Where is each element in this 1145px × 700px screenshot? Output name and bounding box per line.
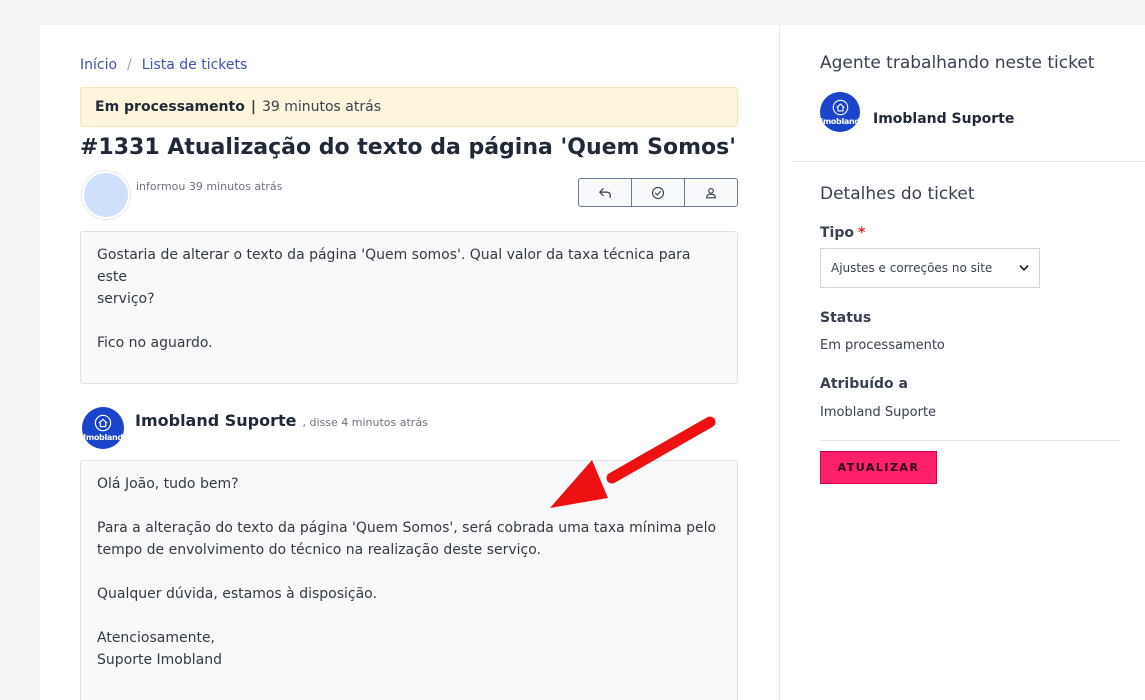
type-label: Tipo * — [820, 225, 865, 241]
status-value: Em processamento — [820, 338, 945, 353]
reply-line: Para a alteração do texto da página 'Que… — [97, 520, 717, 536]
status-banner: Em processamento | 39 minutos atrás — [80, 87, 738, 127]
ticket-action-group — [578, 178, 738, 207]
first-post-meta: informou 39 minutos atrás — [136, 180, 283, 193]
reply-author-avatar: Imobland — [82, 407, 124, 449]
reply-line: Atenciosamente, — [97, 630, 216, 646]
post-line: Fico no aguardo. — [97, 335, 213, 351]
divider — [792, 161, 1145, 162]
details-heading: Detalhes do ticket — [820, 184, 975, 204]
breadcrumb-home-link[interactable]: Início — [80, 57, 117, 73]
update-button[interactable]: ATUALIZAR — [820, 451, 937, 484]
agent-name: Imobland Suporte — [873, 111, 1015, 127]
reply-icon — [599, 187, 611, 198]
first-post-body: Gostaria de alterar o texto da página 'Q… — [80, 231, 738, 384]
ticket-sidebar: Agente trabalhando neste ticket Imobland… — [779, 25, 1145, 700]
type-label-text: Tipo — [820, 225, 854, 241]
chevron-down-icon — [1019, 265, 1029, 271]
reply-meta: , disse 4 minutos atrás — [302, 416, 428, 429]
home-icon — [94, 414, 112, 432]
reply-line: Qualquer dúvida, estamos à disposição. — [97, 586, 377, 602]
logo-text: Imobland — [83, 433, 123, 442]
assign-button[interactable] — [685, 179, 737, 206]
type-select[interactable]: Ajustes e correções no site — [820, 248, 1040, 288]
user-icon — [706, 187, 716, 198]
agent-heading: Agente trabalhando neste ticket — [820, 53, 1095, 73]
type-select-value: Ajustes e correções no site — [831, 261, 993, 275]
assigned-value: Imobland Suporte — [820, 405, 937, 420]
reply-line: Suporte Imobland — [97, 652, 222, 668]
resolve-button[interactable] — [632, 179, 685, 206]
status-time: 39 minutos atrás — [261, 99, 382, 115]
reply-line: tempo de envolvimento do técnico na real… — [97, 542, 541, 558]
status-label: Status — [820, 310, 872, 326]
assigned-label: Atribuído a — [820, 376, 908, 392]
breadcrumb-tickets-link[interactable]: Lista de tickets — [142, 57, 248, 73]
ticket-title: #1331 Atualização do texto da página 'Qu… — [80, 135, 736, 160]
breadcrumb: Início / Lista de tickets — [80, 57, 247, 73]
post-line: Gostaria de alterar o texto da página 'Q… — [97, 247, 691, 285]
logo-text: Imobland — [820, 116, 860, 126]
post-line: serviço? — [97, 291, 155, 307]
required-asterisk: * — [858, 225, 866, 241]
ticket-main-panel: Início / Lista de tickets Em processamen… — [40, 25, 779, 700]
requester-avatar — [82, 171, 130, 219]
reply-button[interactable] — [579, 179, 632, 206]
home-icon — [832, 99, 848, 115]
divider — [820, 440, 1120, 441]
reply-header: Imobland Suporte , disse 4 minutos atrás — [135, 411, 428, 430]
check-circle-icon — [651, 186, 665, 199]
annotation-arrow — [550, 416, 716, 508]
status-divider: | — [250, 99, 256, 115]
reply-author-name: Imobland Suporte — [135, 411, 297, 430]
status-text: Em processamento — [95, 99, 245, 115]
agent-avatar: Imobland — [820, 92, 860, 132]
breadcrumb-separator: / — [127, 57, 132, 73]
